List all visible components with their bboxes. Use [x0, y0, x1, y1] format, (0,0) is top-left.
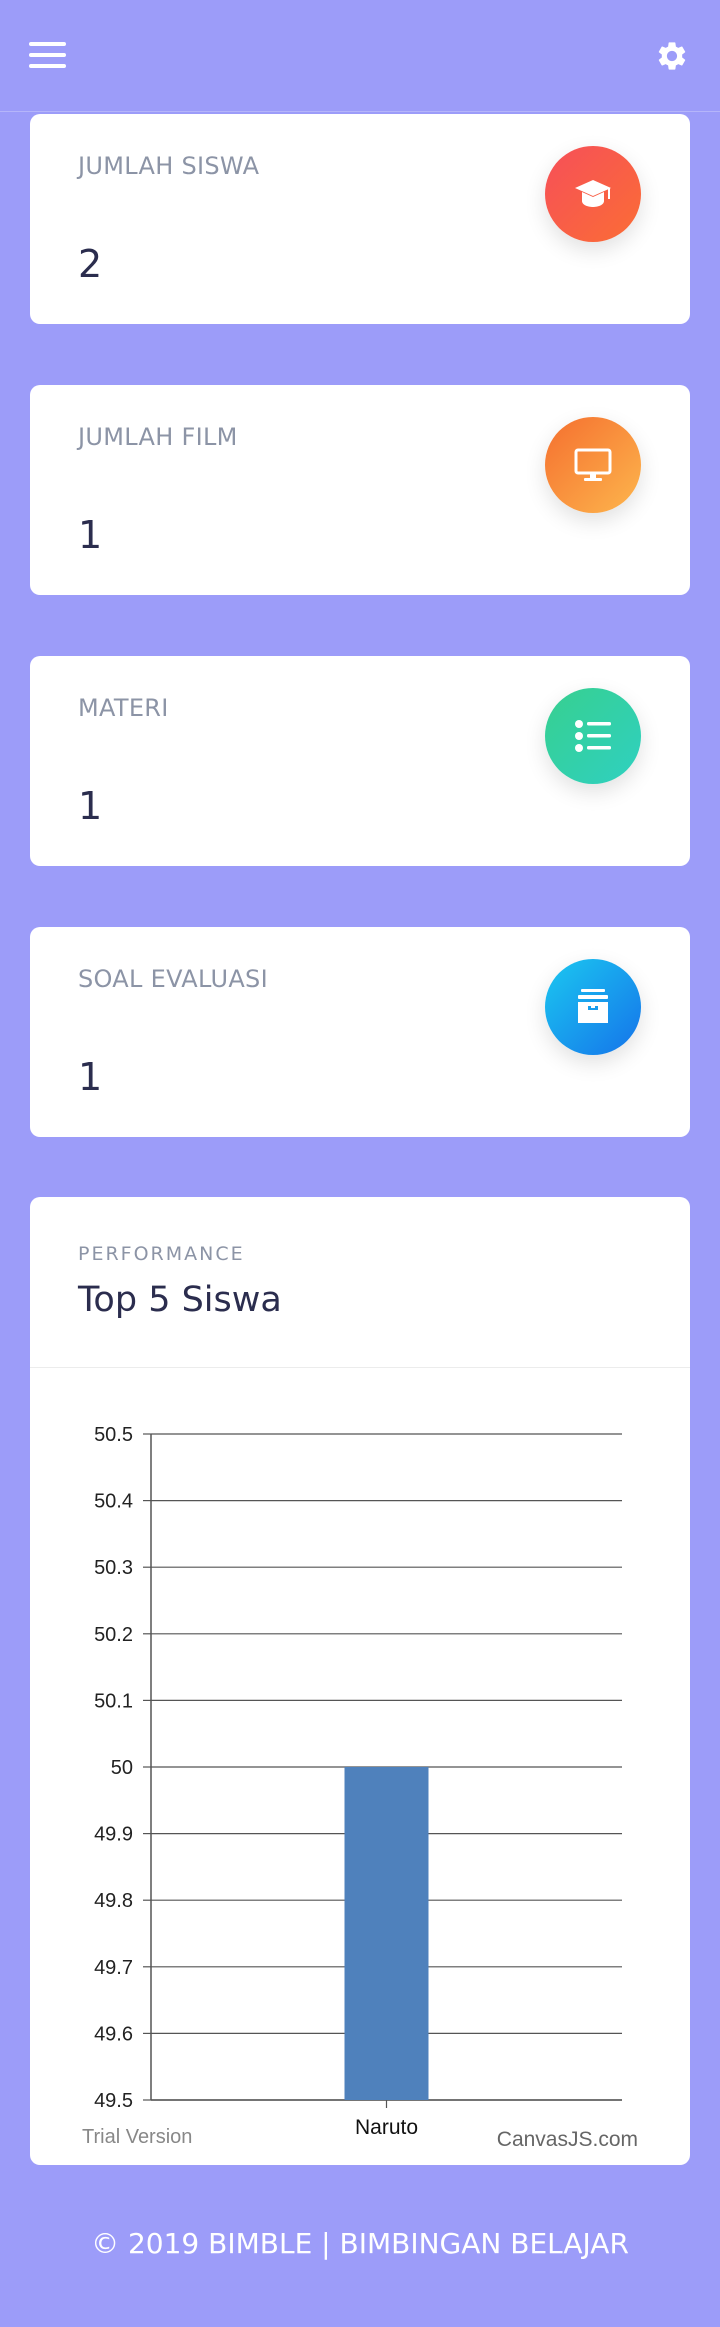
y-tick-label: 50.2 — [94, 1624, 133, 1646]
y-tick-label: 49.8 — [94, 1890, 133, 1912]
stat-icon-badge — [545, 146, 641, 242]
stat-value: 2 — [78, 242, 103, 286]
y-tick-label: 49.7 — [94, 1957, 133, 1979]
canvasjs-credit-link: CanvasJS.com — [497, 2128, 638, 2151]
hamburger-menu-icon[interactable] — [29, 42, 66, 70]
y-tick-label: 50.1 — [94, 1690, 133, 1712]
stat-card-jumlah-film: JUMLAH FILM 1 — [30, 385, 690, 595]
stat-icon-badge — [545, 688, 641, 784]
y-tick-label: 50.3 — [94, 1557, 133, 1579]
stat-icon-badge — [545, 959, 641, 1055]
stat-value: 1 — [78, 784, 103, 828]
y-tick-label: 50 — [111, 1757, 133, 1779]
y-tick-label: 49.9 — [94, 1824, 133, 1846]
footer-copyright: © 2019 BIMBLE | BIMBINGAN BELAJAR — [91, 2227, 629, 2260]
top-navbar — [0, 0, 720, 112]
chart-bar — [344, 1767, 429, 2100]
stat-title: SOAL EVALUASI — [78, 965, 268, 993]
stat-card-materi: MATERI 1 — [30, 656, 690, 866]
trial-version-watermark: Trial Version — [82, 2126, 192, 2148]
top-siswa-bar-chart: 50.5 50.4 50.3 50.2 50.1 50 49.9 49.8 49.7 49.6 49… — [82, 1424, 638, 2151]
stat-title: MATERI — [78, 694, 169, 722]
archive-icon — [578, 989, 608, 1023]
x-tick-label: Naruto — [355, 2116, 418, 2139]
stat-title: JUMLAH SISWA — [78, 152, 260, 180]
stat-title: JUMLAH FILM — [78, 423, 238, 451]
gear-icon[interactable] — [655, 39, 689, 73]
monitor-icon — [574, 448, 612, 481]
performance-title: Top 5 Siswa — [78, 1280, 282, 1320]
graduation-cap-icon — [575, 180, 611, 207]
y-tick-label: 50.4 — [94, 1491, 133, 1513]
stat-card-jumlah-siswa: JUMLAH SISWA 2 — [30, 114, 690, 324]
y-tick-label: 49.6 — [94, 2023, 133, 2045]
list-icon — [575, 720, 611, 752]
stat-value: 1 — [78, 1055, 103, 1099]
performance-subtitle: PERFORMANCE — [78, 1243, 245, 1265]
stat-icon-badge — [545, 417, 641, 513]
stat-value: 1 — [78, 513, 103, 557]
y-tick-label: 50.5 — [94, 1424, 133, 1446]
y-tick-label: 49.5 — [94, 2090, 133, 2112]
performance-card: PERFORMANCE Top 5 Siswa 50.5 50.4 50.3 50.2… — [30, 1197, 690, 2165]
stat-card-soal-evaluasi: SOAL EVALUASI 1 — [30, 927, 690, 1137]
